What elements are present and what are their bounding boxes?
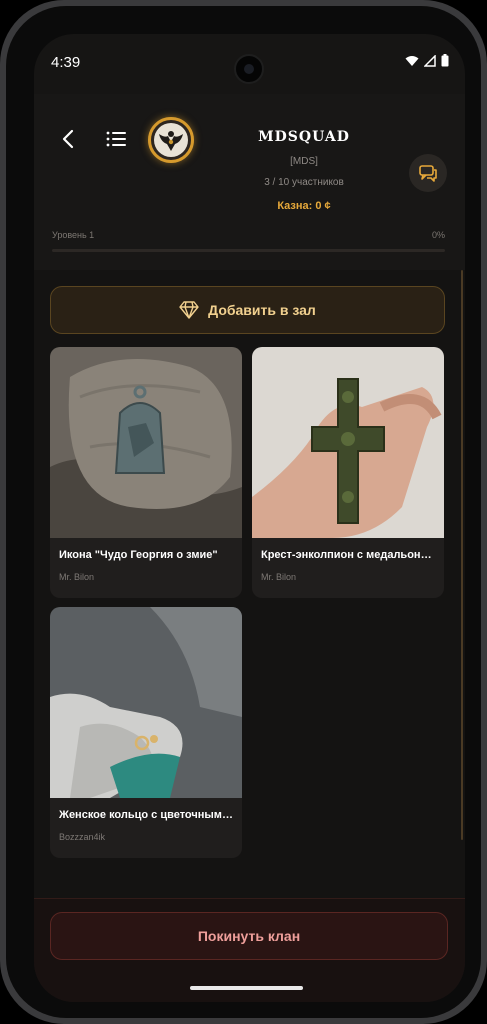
clan-chat-button[interactable] — [409, 154, 447, 192]
home-indicator[interactable] — [190, 986, 303, 990]
level-label: Уровень 1 — [52, 230, 95, 240]
back-button[interactable] — [56, 126, 82, 152]
clan-name: MDSQUAD — [258, 129, 350, 145]
eagle-emblem-icon — [154, 123, 188, 157]
item-photo — [50, 607, 242, 798]
add-to-hall-button[interactable]: Добавить в зал — [50, 286, 445, 334]
menu-button[interactable] — [104, 126, 130, 152]
hall-item-card[interactable]: Крест-энколпион с медальонами Mr. Bilon — [252, 347, 444, 598]
battery-icon — [441, 54, 449, 67]
list-icon — [106, 131, 126, 147]
screen: 4:39 MDSQUAD [MDS] 3 / 10 участников Каз… — [34, 34, 465, 1002]
item-author: Mr. Bilon — [59, 572, 95, 582]
hall-item-card[interactable]: Икона "Чудо Георгия о змие" Mr. Bilon — [50, 347, 242, 598]
chevron-left-icon — [62, 129, 74, 149]
add-to-hall-label: Добавить в зал — [208, 302, 316, 318]
diamond-icon — [179, 301, 199, 319]
clan-treasury: Казна: 0 ¢ — [277, 200, 331, 212]
item-author: Mr. Bilon — [261, 572, 297, 582]
item-author: Bozzzan4ik — [59, 832, 106, 842]
status-icons — [405, 54, 449, 67]
leave-clan-button[interactable]: Покинуть клан — [50, 912, 448, 960]
phone-bezel: 4:39 MDSQUAD [MDS] 3 / 10 участников Каз… — [6, 6, 481, 1018]
front-camera — [234, 54, 264, 84]
item-title: Крест-энколпион с медальонами — [261, 549, 437, 561]
wifi-icon — [405, 55, 419, 66]
level-progress-bar — [52, 249, 445, 252]
status-time: 4:39 — [51, 54, 81, 71]
item-photo — [50, 347, 242, 538]
clan-emblem[interactable] — [148, 117, 194, 163]
status-bar: 4:39 — [34, 34, 465, 94]
leave-clan-label: Покинуть клан — [197, 928, 301, 944]
clan-tag: [MDS] — [290, 156, 318, 167]
item-title: Икона "Чудо Георгия о змие" — [59, 549, 218, 561]
hall-item-card[interactable]: Женское кольцо с цветочным орнаментом Bo… — [50, 607, 242, 858]
clan-members-count: 3 / 10 участников — [264, 177, 344, 188]
chat-icon — [419, 165, 437, 182]
scrollbar[interactable] — [461, 270, 463, 840]
signal-icon — [424, 54, 436, 67]
phone-frame: 4:39 MDSQUAD [MDS] 3 / 10 участников Каз… — [0, 0, 487, 1024]
item-photo — [252, 347, 444, 538]
level-percent: 0% — [431, 230, 445, 240]
clan-header — [34, 94, 465, 297]
item-title: Женское кольцо с цветочным орнаментом — [59, 809, 235, 821]
